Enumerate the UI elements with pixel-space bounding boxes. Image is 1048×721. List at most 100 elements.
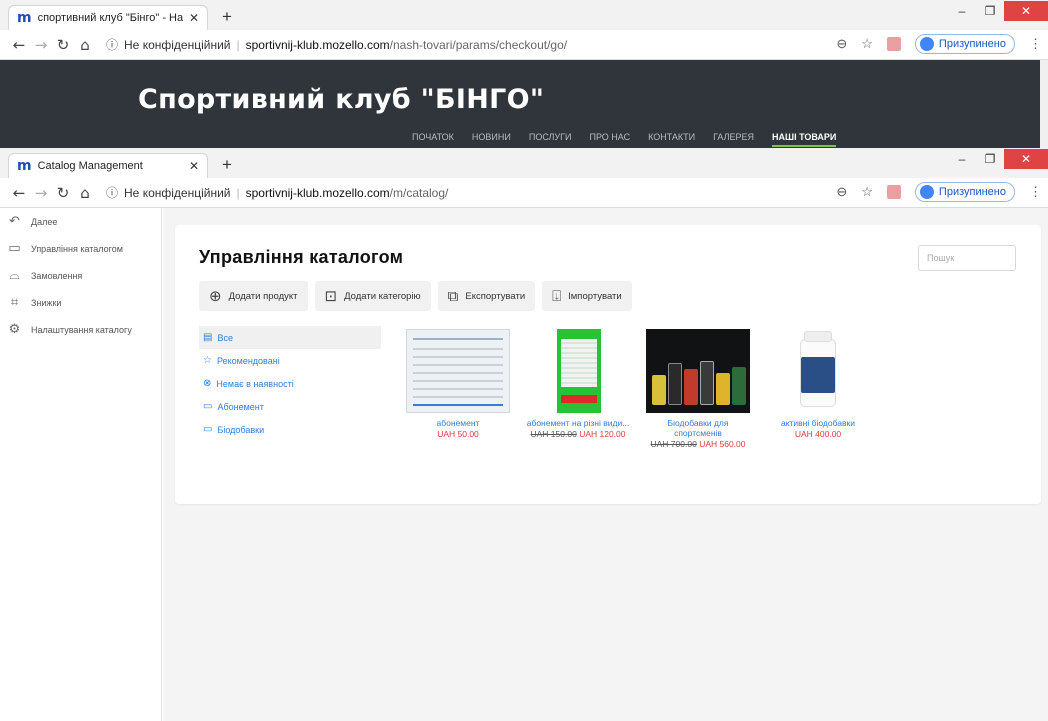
- address-bar: ← → ↻ ⌂ ⓘ Не конфіденційний | sportivnij…: [0, 30, 1048, 60]
- info-icon[interactable]: ⓘ: [106, 36, 118, 53]
- search-input[interactable]: [918, 245, 1016, 271]
- address-bar-2: ← → ↻ ⌂ ⓘ Не конфіденційний | sportivnij…: [0, 178, 1048, 208]
- product-image: [766, 329, 870, 413]
- product-card[interactable]: активні біодобавки UAH 400.00: [763, 329, 873, 449]
- restore-icon[interactable]: ❐: [976, 152, 1004, 166]
- nav-item-products[interactable]: НАШІ ТОВАРИ: [772, 132, 837, 147]
- product-price: UAH 150.00 UAH 120.00: [523, 429, 633, 439]
- main-content: Управління каталогом ⊕ Додати продукт ⊡ …: [163, 208, 1048, 721]
- avatar: [919, 37, 934, 51]
- nav-item-services[interactable]: ПОСЛУГИ: [529, 132, 572, 147]
- url-field[interactable]: ⓘ Не конфіденційний | sportivnij-klub.mo…: [106, 184, 448, 201]
- reload-icon[interactable]: ↻: [52, 184, 74, 202]
- zoom-icon[interactable]: ⊖: [836, 184, 847, 200]
- sidebar-item-discounts[interactable]: ⌗ Знижки: [0, 289, 161, 316]
- category-filters: ▤ Все ☆ Рекомендовані ⊗ Немає в наявност…: [199, 326, 381, 441]
- product-name[interactable]: абонемент на різні види...: [523, 418, 633, 429]
- tab-bar: m спортивний клуб "Бінго" - Наші ✕ + – ❐…: [0, 0, 1048, 30]
- sidebar-item-label: Знижки: [31, 297, 62, 308]
- profile-label: Призупинено: [938, 38, 1006, 50]
- import-button[interactable]: ⍗ Імпортувати: [542, 281, 632, 311]
- sidebar-item-settings[interactable]: ⚙ Налаштування каталогу: [0, 316, 161, 343]
- window-close-icon[interactable]: ✕: [1004, 1, 1048, 21]
- back-arrow-icon: ↶: [9, 214, 20, 229]
- plus-circle-icon: ⊕: [209, 287, 222, 305]
- filter-category-supplements[interactable]: ▭ Біодобавки: [199, 418, 381, 441]
- add-folder-icon: ⊡: [324, 287, 338, 305]
- close-icon[interactable]: ✕: [189, 159, 199, 173]
- info-icon[interactable]: ⓘ: [106, 184, 118, 201]
- url-path: /m/catalog/: [389, 185, 449, 200]
- import-icon: ⍗: [552, 287, 562, 305]
- home-icon[interactable]: ⌂: [74, 36, 96, 54]
- forward-icon[interactable]: →: [30, 184, 52, 202]
- star-icon[interactable]: ☆: [861, 184, 873, 200]
- nav-item-contacts[interactable]: КОНТАКТИ: [648, 132, 695, 147]
- menu-icon[interactable]: ⋮: [1029, 184, 1042, 200]
- old-price: UAH 700.00: [650, 438, 697, 449]
- product-name[interactable]: абонемент: [403, 418, 513, 429]
- box-icon: ▭: [8, 241, 21, 256]
- back-icon[interactable]: ←: [8, 184, 30, 202]
- filter-all[interactable]: ▤ Все: [199, 326, 381, 349]
- new-tab-icon[interactable]: +: [222, 7, 232, 27]
- x-circle-icon: ⊗: [203, 378, 212, 389]
- new-tab-icon[interactable]: +: [222, 155, 232, 175]
- export-icon: ⧉: [447, 287, 459, 305]
- sidebar-item-label: Налаштування каталогу: [31, 324, 132, 335]
- browser-tab-catalog[interactable]: m Catalog Management ✕: [8, 153, 208, 178]
- add-product-button[interactable]: ⊕ Додати продукт: [199, 281, 308, 311]
- folder-icon: ▭: [203, 401, 213, 412]
- window-controls: – ❐ ✕: [948, 0, 1048, 22]
- address-bar-actions: ⊖ ☆ Призупинено ⋮: [836, 34, 1042, 54]
- menu-icon[interactable]: ⋮: [1029, 36, 1042, 52]
- product-card[interactable]: абонемент на різні види... UAH 150.00 UA…: [523, 329, 633, 449]
- minimize-icon[interactable]: –: [948, 4, 976, 18]
- catalog-card: Управління каталогом ⊕ Додати продукт ⊡ …: [175, 225, 1041, 504]
- home-icon[interactable]: ⌂: [74, 184, 96, 202]
- product-name[interactable]: активні біодобавки: [763, 418, 873, 429]
- pdf-icon[interactable]: [886, 185, 901, 199]
- zoom-icon[interactable]: ⊖: [836, 36, 847, 52]
- sidebar-item-label: Далее: [31, 216, 58, 227]
- url-path: /nash-tovari/params/checkout/go/: [389, 37, 568, 52]
- reload-icon[interactable]: ↻: [52, 36, 74, 54]
- site-title: Спортивний клуб "БІНГО": [138, 84, 545, 115]
- avatar: [919, 185, 934, 199]
- sidebar-item-catalog[interactable]: ▭ Управління каталогом: [0, 235, 161, 262]
- profile-button[interactable]: Призупинено: [914, 34, 1015, 54]
- sidebar-item-back[interactable]: ↶ Далее: [0, 208, 161, 235]
- filter-category-subscription[interactable]: ▭ Абонемент: [199, 395, 381, 418]
- minimize-icon[interactable]: –: [948, 152, 976, 166]
- nav-item-about[interactable]: ПРО НАС: [590, 132, 631, 147]
- export-button[interactable]: ⧉ Експортувати: [437, 281, 536, 311]
- scrollbar[interactable]: [1040, 60, 1048, 148]
- sidebar-item-label: Управління каталогом: [31, 243, 123, 254]
- star-icon[interactable]: ☆: [861, 36, 873, 52]
- url-field[interactable]: ⓘ Не конфіденційний | sportivnij-klub.mo…: [106, 36, 567, 53]
- button-label: Експортувати: [465, 290, 526, 302]
- sidebar: ↶ Далее ▭ Управління каталогом ⌓ Замовле…: [0, 208, 162, 721]
- nav-item-news[interactable]: НОВИНИ: [472, 132, 511, 147]
- folder-icon: ▭: [203, 424, 213, 435]
- product-card[interactable]: абонемент UAH 50.00: [403, 329, 513, 449]
- product-grid: абонемент UAH 50.00 абонемент на різні в…: [403, 329, 873, 449]
- add-category-button[interactable]: ⊡ Додати категорію: [314, 281, 431, 311]
- product-name[interactable]: Біодобавки для спортсменів: [643, 418, 753, 439]
- filter-out-of-stock[interactable]: ⊗ Немає в наявності: [199, 372, 381, 395]
- back-icon[interactable]: ←: [8, 36, 30, 54]
- window-close-icon[interactable]: ✕: [1004, 149, 1048, 169]
- filter-recommended[interactable]: ☆ Рекомендовані: [199, 349, 381, 372]
- product-card[interactable]: Біодобавки для спортсменів UAH 700.00 UA…: [643, 329, 753, 449]
- browser-tab[interactable]: m спортивний клуб "Бінго" - Наші ✕: [8, 5, 208, 30]
- close-icon[interactable]: ✕: [189, 11, 199, 25]
- sidebar-item-orders[interactable]: ⌓ Замовлення: [0, 262, 161, 289]
- profile-button[interactable]: Призупинено: [914, 182, 1015, 202]
- forward-icon[interactable]: →: [30, 36, 52, 54]
- nav-item-gallery[interactable]: ГАЛЕРЕЯ: [713, 132, 754, 147]
- pdf-icon[interactable]: [886, 37, 901, 51]
- catalog-window: m Catalog Management ✕ + – ❐ ✕ ← → ↻ ⌂ ⓘ…: [0, 148, 1048, 721]
- nav-item-start[interactable]: ПОЧАТОК: [412, 132, 454, 147]
- product-image: [646, 329, 750, 413]
- restore-icon[interactable]: ❐: [976, 4, 1004, 18]
